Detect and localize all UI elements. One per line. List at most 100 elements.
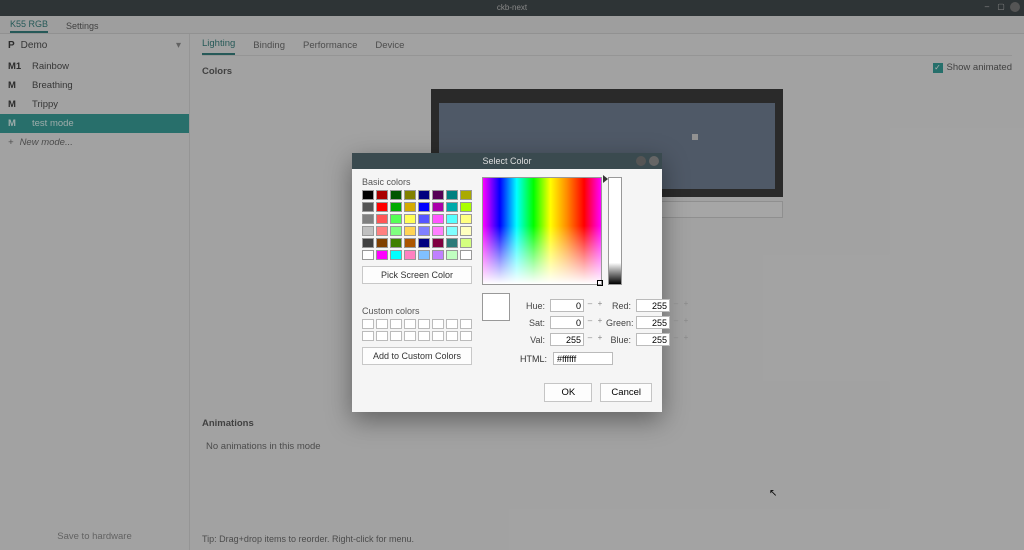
dialog-titlebar[interactable]: Select Color [352,153,662,169]
hue-decrement[interactable]: – [586,299,594,312]
custom-color-swatch[interactable] [432,331,444,341]
basic-color-swatch[interactable] [460,238,472,248]
basic-color-swatch[interactable] [418,190,430,200]
custom-color-swatch[interactable] [460,319,472,329]
mode-item-testmode[interactable]: M test mode [0,114,189,133]
basic-color-swatch[interactable] [362,190,374,200]
add-to-custom-button[interactable]: Add to Custom Colors [362,347,472,365]
basic-color-swatch[interactable] [446,190,458,200]
basic-color-swatch[interactable] [418,202,430,212]
value-slider[interactable] [608,177,622,285]
basic-color-swatch[interactable] [390,250,402,260]
sat-decrement[interactable]: – [586,316,594,329]
basic-color-swatch[interactable] [446,214,458,224]
basic-color-swatch[interactable] [404,226,416,236]
basic-color-swatch[interactable] [404,250,416,260]
custom-color-swatch[interactable] [446,331,458,341]
basic-color-swatch[interactable] [390,202,402,212]
basic-color-swatch[interactable] [390,238,402,248]
green-input[interactable] [636,316,670,329]
basic-color-swatch[interactable] [460,214,472,224]
basic-color-swatch[interactable] [362,238,374,248]
custom-color-swatch[interactable] [418,319,430,329]
show-animated-checkbox[interactable]: ✓ Show animated [933,62,1012,73]
custom-color-swatch[interactable] [390,331,402,341]
custom-color-swatch[interactable] [362,331,374,341]
basic-color-swatch[interactable] [446,238,458,248]
custom-color-swatch[interactable] [376,331,388,341]
basic-color-swatch[interactable] [460,226,472,236]
red-increment[interactable]: + [682,299,690,312]
basic-color-swatch[interactable] [432,202,444,212]
basic-color-swatch[interactable] [376,202,388,212]
red-input[interactable] [636,299,670,312]
gradient-handle-icon[interactable] [597,280,603,286]
basic-color-swatch[interactable] [376,238,388,248]
blue-decrement[interactable]: – [672,333,680,346]
basic-color-swatch[interactable] [404,202,416,212]
basic-color-swatch[interactable] [376,250,388,260]
basic-color-swatch[interactable] [418,238,430,248]
basic-color-swatch[interactable] [390,190,402,200]
subtab-binding[interactable]: Binding [253,40,285,55]
html-input[interactable] [553,352,613,365]
custom-color-swatch[interactable] [376,319,388,329]
basic-color-swatch[interactable] [362,202,374,212]
custom-color-swatch[interactable] [390,319,402,329]
blue-input[interactable] [636,333,670,346]
basic-color-swatch[interactable] [362,250,374,260]
cancel-button[interactable]: Cancel [600,383,652,402]
basic-color-swatch[interactable] [418,214,430,224]
close-icon[interactable] [1010,2,1020,12]
green-decrement[interactable]: – [672,316,680,329]
val-input[interactable] [550,333,584,346]
blue-increment[interactable]: + [682,333,690,346]
basic-color-swatch[interactable] [460,190,472,200]
basic-color-swatch[interactable] [404,190,416,200]
val-decrement[interactable]: – [586,333,594,346]
dialog-rollup-icon[interactable] [636,156,646,166]
maximize-icon[interactable]: ▢ [996,2,1006,12]
custom-color-swatch[interactable] [432,319,444,329]
basic-color-swatch[interactable] [362,226,374,236]
profile-selector[interactable]: P Demo ▾ [0,34,189,57]
basic-color-swatch[interactable] [446,226,458,236]
mode-item-breathing[interactable]: M Breathing [0,76,189,95]
custom-color-swatch[interactable] [362,319,374,329]
basic-color-swatch[interactable] [376,214,388,224]
new-mode-button[interactable]: + New mode... [0,133,189,152]
slider-handle-icon[interactable] [603,175,608,183]
basic-color-swatch[interactable] [446,202,458,212]
basic-color-swatch[interactable] [432,250,444,260]
basic-color-swatch[interactable] [390,226,402,236]
subtab-performance[interactable]: Performance [303,40,357,55]
basic-color-swatch[interactable] [460,202,472,212]
basic-color-swatch[interactable] [376,226,388,236]
pick-screen-color-button[interactable]: Pick Screen Color [362,266,472,284]
custom-color-swatch[interactable] [404,331,416,341]
basic-color-swatch[interactable] [404,238,416,248]
ok-button[interactable]: OK [544,383,592,402]
dialog-close-icon[interactable] [649,156,659,166]
save-to-hardware-button[interactable]: Save to hardware [0,523,189,550]
minimize-icon[interactable]: – [982,2,992,12]
tab-k55rgb[interactable]: K55 RGB [10,19,48,33]
subtab-lighting[interactable]: Lighting [202,38,235,55]
custom-color-swatch[interactable] [446,319,458,329]
basic-color-swatch[interactable] [432,190,444,200]
color-gradient-picker[interactable] [482,177,602,285]
hue-input[interactable] [550,299,584,312]
basic-color-swatch[interactable] [376,190,388,200]
mode-item-rainbow[interactable]: M1 Rainbow [0,57,189,76]
basic-color-swatch[interactable] [362,214,374,224]
basic-color-swatch[interactable] [432,214,444,224]
lighting-zone-wheel[interactable] [692,134,698,140]
basic-color-swatch[interactable] [390,214,402,224]
basic-color-swatch[interactable] [404,214,416,224]
basic-color-swatch[interactable] [460,250,472,260]
val-increment[interactable]: + [596,333,604,346]
custom-color-swatch[interactable] [418,331,430,341]
red-decrement[interactable]: – [672,299,680,312]
custom-color-swatch[interactable] [460,331,472,341]
hue-increment[interactable]: + [596,299,604,312]
